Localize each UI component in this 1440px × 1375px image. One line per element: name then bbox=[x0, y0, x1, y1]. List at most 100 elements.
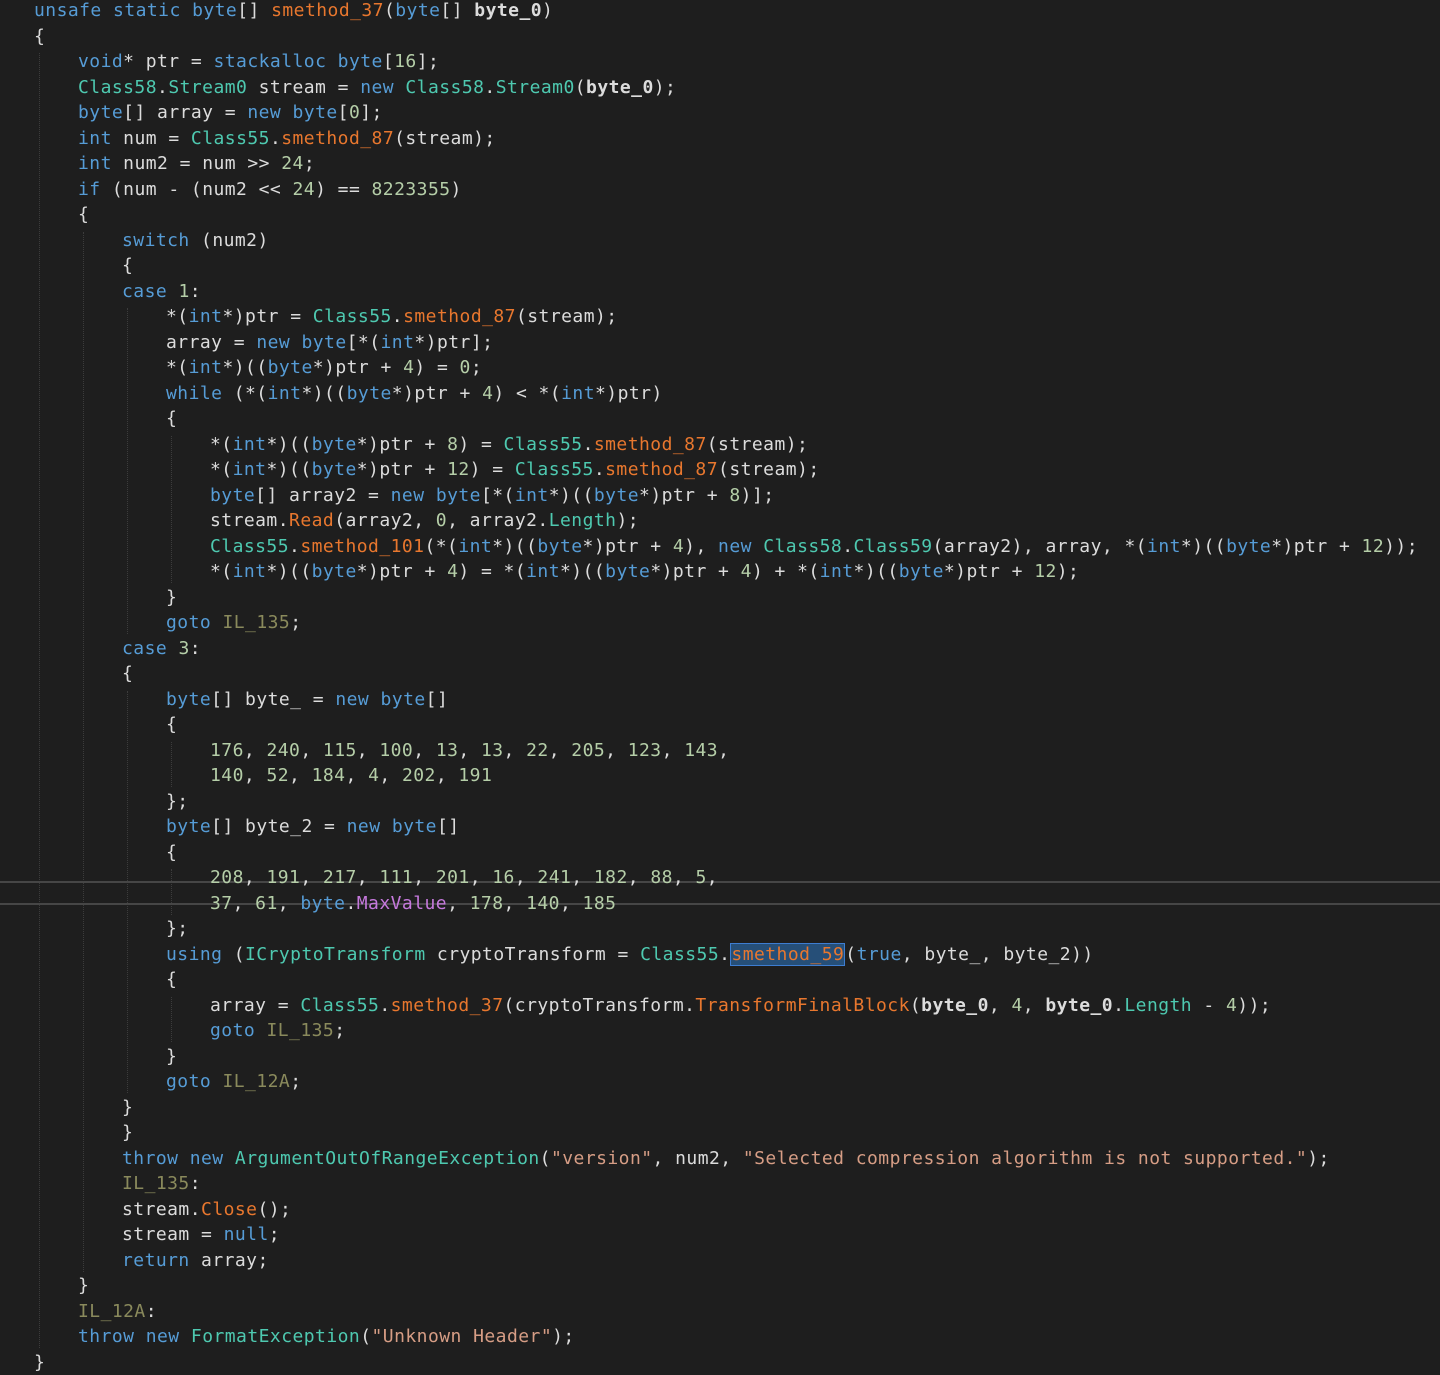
keyword[interactable]: int bbox=[268, 383, 302, 404]
number-literal[interactable]: 4 bbox=[447, 561, 458, 582]
keyword[interactable]: byte bbox=[312, 459, 357, 480]
keyword[interactable]: byte bbox=[537, 536, 582, 557]
code-line[interactable]: IL_135: bbox=[122, 1171, 201, 1196]
identifier[interactable]: array bbox=[166, 332, 222, 353]
code-line[interactable]: { bbox=[166, 840, 177, 865]
number-literal[interactable]: 8223355 bbox=[372, 179, 451, 200]
method-name[interactable]: Close bbox=[201, 1199, 257, 1220]
number-literal[interactable]: 191 bbox=[458, 765, 492, 786]
keyword[interactable]: byte bbox=[594, 485, 639, 506]
number-literal[interactable]: 123 bbox=[628, 740, 662, 761]
identifier[interactable]: ptr bbox=[379, 459, 413, 480]
keyword[interactable]: byte bbox=[312, 434, 357, 455]
identifier[interactable]: stream bbox=[718, 434, 786, 455]
number-literal[interactable]: 143 bbox=[684, 740, 718, 761]
identifier[interactable]: array2 bbox=[289, 485, 357, 506]
type-name[interactable]: Class55 bbox=[504, 434, 583, 455]
keyword[interactable]: goto bbox=[166, 1071, 211, 1092]
method-name[interactable]: smethod_87 bbox=[403, 306, 516, 327]
goto-label[interactable]: IL_12A bbox=[222, 1071, 290, 1092]
string-literal[interactable]: "version" bbox=[551, 1148, 653, 1169]
type-name[interactable]: Class59 bbox=[854, 536, 933, 557]
number-literal[interactable]: 4 bbox=[368, 765, 379, 786]
number-literal[interactable]: 205 bbox=[571, 740, 605, 761]
keyword[interactable]: byte bbox=[436, 485, 481, 506]
keyword[interactable]: int bbox=[1147, 536, 1181, 557]
code-line[interactable]: *(int*)((byte*)ptr + 4) = 0; bbox=[166, 355, 482, 380]
keyword[interactable]: static bbox=[113, 0, 181, 21]
goto-label[interactable]: IL_12A bbox=[78, 1301, 146, 1322]
identifier[interactable]: num2 bbox=[202, 179, 247, 200]
code-line[interactable]: case 3: bbox=[122, 636, 201, 661]
keyword[interactable]: if bbox=[78, 179, 101, 200]
number-literal[interactable]: 0 bbox=[436, 510, 447, 531]
keyword[interactable]: while bbox=[166, 383, 222, 404]
type-name[interactable]: Class55 bbox=[300, 995, 379, 1016]
code-line[interactable]: { bbox=[122, 253, 133, 278]
code-line[interactable]: int num2 = num >> 24; bbox=[78, 151, 315, 176]
code-line[interactable]: *(int*)((byte*)ptr + 4) = *(int*)((byte*… bbox=[210, 559, 1079, 584]
keyword[interactable]: int bbox=[189, 306, 223, 327]
method-name[interactable]: smethod_87 bbox=[281, 128, 394, 149]
code-line[interactable]: }; bbox=[166, 916, 189, 941]
parameter[interactable]: byte_0 bbox=[921, 995, 989, 1016]
code-line[interactable]: } bbox=[34, 1350, 45, 1375]
code-line[interactable]: stream = null; bbox=[122, 1222, 280, 1247]
type-name[interactable]: FormatException bbox=[191, 1326, 360, 1347]
method-name[interactable]: smethod_101 bbox=[300, 536, 424, 557]
number-literal[interactable]: 140 bbox=[526, 893, 560, 914]
number-literal[interactable]: 8 bbox=[447, 434, 458, 455]
keyword[interactable]: byte bbox=[301, 332, 346, 353]
code-line[interactable]: if (num - (num2 << 24) == 8223355) bbox=[78, 177, 462, 202]
code-line[interactable]: *(int*)((byte*)ptr + 12) = Class55.smeth… bbox=[210, 457, 820, 482]
identifier[interactable]: num bbox=[123, 179, 157, 200]
number-literal[interactable]: 111 bbox=[379, 867, 413, 888]
code-line[interactable]: void* ptr = stackalloc byte[16]; bbox=[78, 49, 439, 74]
identifier[interactable]: num bbox=[123, 128, 157, 149]
code-line[interactable]: array = Class55.smethod_37(cryptoTransfo… bbox=[210, 993, 1271, 1018]
number-literal[interactable]: 140 bbox=[210, 765, 244, 786]
identifier[interactable]: array2 bbox=[345, 510, 413, 531]
number-literal[interactable]: 115 bbox=[323, 740, 357, 761]
code-line[interactable]: Class58.Stream0 stream = new Class58.Str… bbox=[78, 75, 676, 100]
number-literal[interactable]: 1 bbox=[178, 281, 189, 302]
code-line[interactable]: 176, 240, 115, 100, 13, 13, 22, 205, 123… bbox=[210, 738, 729, 763]
code-line[interactable]: *(int*)((byte*)ptr + 8) = Class55.smetho… bbox=[210, 432, 808, 457]
type-name[interactable]: ICryptoTransform bbox=[245, 944, 426, 965]
parameter[interactable]: byte_0 bbox=[474, 0, 542, 21]
identifier[interactable]: byte_ bbox=[924, 944, 980, 965]
keyword[interactable]: int bbox=[561, 383, 595, 404]
number-literal[interactable]: 100 bbox=[379, 740, 413, 761]
number-literal[interactable]: 52 bbox=[266, 765, 289, 786]
keyword[interactable]: using bbox=[166, 944, 222, 965]
identifier[interactable]: cryptoTransform bbox=[515, 995, 684, 1016]
identifier[interactable]: ptr bbox=[1294, 536, 1328, 557]
keyword[interactable]: byte bbox=[605, 561, 650, 582]
number-literal[interactable]: 61 bbox=[255, 893, 278, 914]
code-line[interactable]: { bbox=[166, 406, 177, 431]
code-line[interactable]: case 1: bbox=[122, 279, 201, 304]
identifier[interactable]: array bbox=[1045, 536, 1101, 557]
number-literal[interactable]: 24 bbox=[281, 153, 304, 174]
constant-name[interactable]: MaxValue bbox=[357, 893, 447, 914]
keyword[interactable]: byte bbox=[300, 893, 345, 914]
method-name[interactable]: smethod_87 bbox=[605, 459, 718, 480]
code-line[interactable]: throw new ArgumentOutOfRangeException("v… bbox=[122, 1146, 1330, 1171]
keyword[interactable]: byte bbox=[338, 51, 383, 72]
keyword[interactable]: new bbox=[718, 536, 752, 557]
number-literal[interactable]: 217 bbox=[323, 867, 357, 888]
number-literal[interactable]: 240 bbox=[266, 740, 300, 761]
keyword[interactable]: new bbox=[256, 332, 290, 353]
number-literal[interactable]: 4 bbox=[403, 357, 414, 378]
code-line[interactable]: while (*(int*)((byte*)ptr + 4) < *(int*)… bbox=[166, 381, 663, 406]
keyword[interactable]: byte bbox=[166, 816, 211, 837]
type-name[interactable]: Class55 bbox=[640, 944, 719, 965]
identifier[interactable]: byte_2 bbox=[245, 816, 313, 837]
identifier[interactable]: cryptoTransform bbox=[437, 944, 606, 965]
number-literal[interactable]: 8 bbox=[729, 485, 740, 506]
keyword[interactable]: new bbox=[335, 689, 369, 710]
keyword[interactable]: new bbox=[190, 1148, 224, 1169]
goto-label[interactable]: IL_135 bbox=[222, 612, 290, 633]
code-line[interactable]: goto IL_135; bbox=[210, 1018, 345, 1043]
code-line[interactable]: } bbox=[166, 585, 177, 610]
